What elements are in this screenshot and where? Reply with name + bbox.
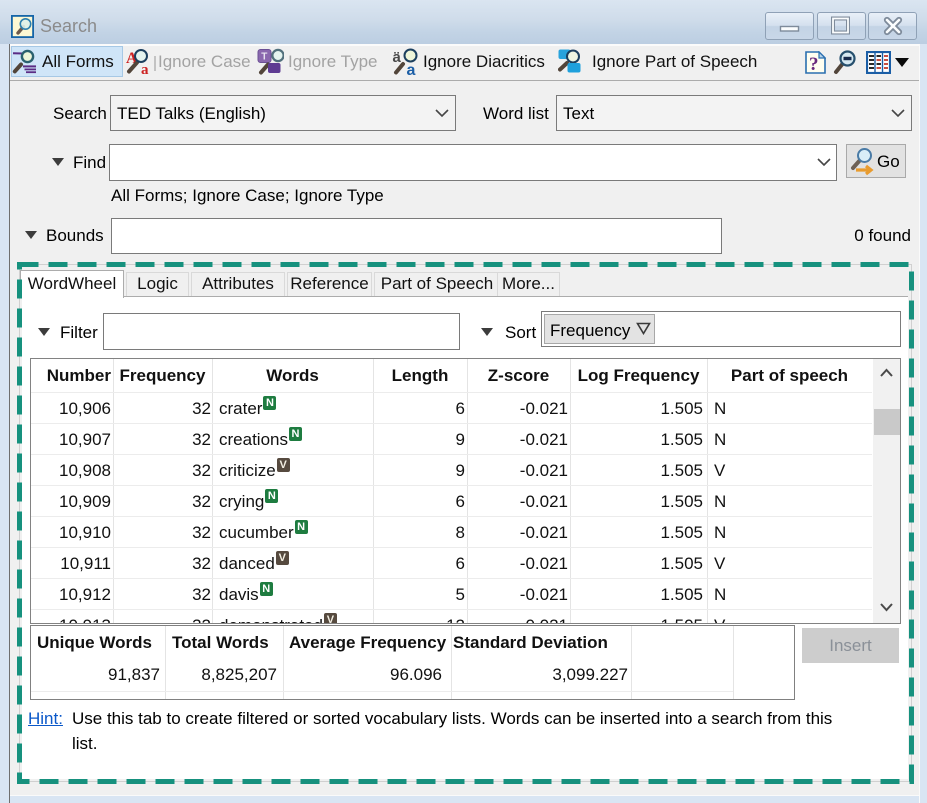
- svg-text:?: ?: [809, 54, 819, 74]
- svg-text:a: a: [141, 62, 149, 78]
- svg-text:a: a: [407, 62, 416, 78]
- svg-text:ä: ä: [393, 49, 402, 66]
- svg-text:T: T: [261, 52, 267, 63]
